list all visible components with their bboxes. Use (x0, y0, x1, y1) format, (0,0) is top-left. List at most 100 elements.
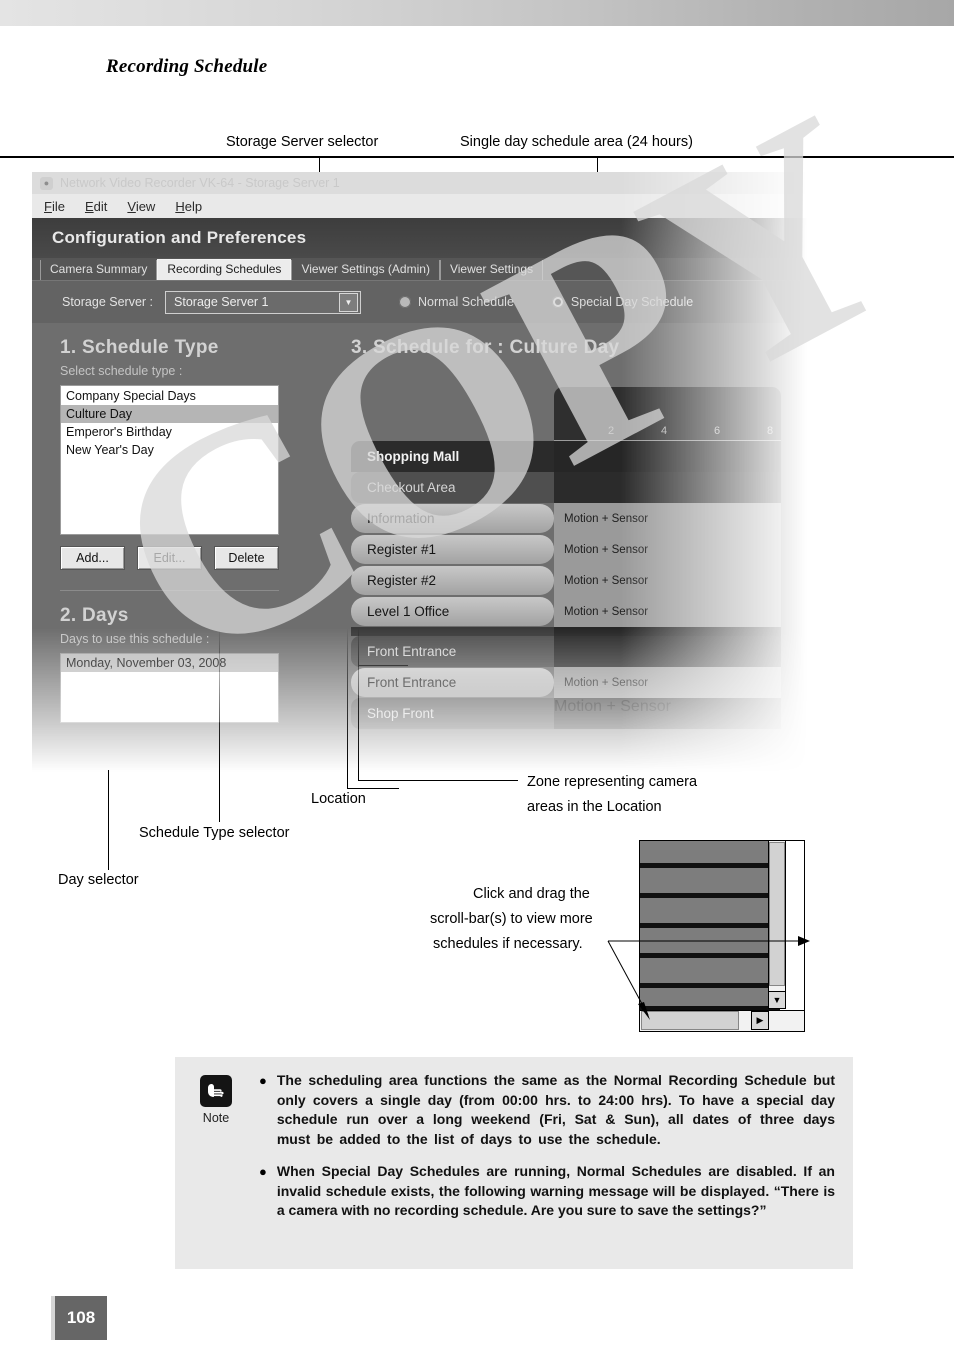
table-row[interactable]: Front Entrance (351, 636, 781, 667)
note-icon-column: Note (189, 1071, 243, 1255)
configuration-header: Configuration and Preferences (32, 218, 807, 258)
bullet-icon: ● (259, 1164, 267, 1179)
camera-name: Information (351, 504, 554, 533)
list-item[interactable]: Monday, November 03, 2008 (61, 654, 278, 672)
list-item[interactable]: Culture Day (61, 405, 278, 423)
note-item: ● The scheduling area functions the same… (259, 1071, 835, 1149)
schedule-rows: Shopping Mall Checkout Area Information … (351, 441, 781, 729)
schedule-track[interactable]: Motion + Sensor (554, 534, 781, 565)
callout-storage-server-selector: Storage Server selector (226, 134, 379, 150)
tick-4: 4 (661, 425, 668, 437)
radio-normal-schedule[interactable]: Normal Schedule (399, 295, 514, 309)
chevron-down-icon[interactable]: ▼ (339, 292, 359, 312)
callout-zone-line2: areas in the Location (527, 799, 662, 815)
schedule-track[interactable]: Motion + Sensor (554, 596, 781, 627)
zone-name: Shop Front (351, 698, 554, 729)
callout-scrollbar-line2: scroll-bar(s) to view more (430, 911, 593, 927)
menu-edit[interactable]: Edit (85, 199, 107, 214)
panes: 1. Schedule Type Select schedule type : … (32, 323, 807, 750)
tick-6: 6 (714, 425, 721, 437)
callout-rule-top (0, 156, 954, 158)
tab-viewer-settings[interactable]: Viewer Settings (439, 260, 544, 280)
radio-special-icon[interactable] (551, 296, 564, 308)
list-item[interactable]: New Year's Day (61, 441, 278, 459)
tab-recording-schedules[interactable]: Recording Schedules (157, 259, 292, 280)
schedule-track[interactable]: Motion + Sensor (554, 503, 781, 534)
schedule-track[interactable]: Motion + Sensor (554, 698, 781, 729)
schedule-track[interactable] (554, 441, 781, 472)
row-spacer-track (554, 627, 781, 636)
note-label: Note (202, 1111, 230, 1125)
scrollbar-leader-arrows (607, 936, 810, 1020)
table-row[interactable]: Shopping Mall (351, 441, 781, 472)
schedule-timescale: 2 4 6 8 (554, 387, 781, 441)
inset-band (640, 898, 780, 923)
pointing-hand-icon (200, 1075, 232, 1107)
storage-server-value: Storage Server 1 (174, 295, 269, 309)
bullet-icon: ● (259, 1073, 267, 1088)
leader-day-selector (108, 770, 109, 870)
tab-viewer-settings-admin[interactable]: Viewer Settings (Admin) (291, 260, 440, 280)
schedule-track[interactable] (554, 636, 781, 667)
radio-special-label: Special Day Schedule (570, 295, 694, 309)
days-title: 2. Days (60, 605, 129, 626)
table-row[interactable]: Level 1 Office Motion + Sensor (351, 596, 781, 627)
tick-2: 2 (608, 425, 615, 437)
table-row[interactable]: Information Motion + Sensor (351, 503, 781, 534)
pointing-hand-svg (208, 1084, 224, 1097)
schedule-grid: 2 4 6 8 Shopping Mall Checkout Area Info… (351, 387, 781, 729)
schedule-track[interactable] (554, 472, 781, 503)
pane-divider (60, 590, 279, 591)
schedule-track[interactable]: Motion + Sensor (554, 667, 781, 698)
page-number: 108 (55, 1296, 107, 1340)
schedule-track[interactable]: Motion + Sensor (554, 565, 781, 596)
menu-help[interactable]: Help (175, 199, 202, 214)
note-text: The scheduling area functions the same a… (276, 1072, 835, 1147)
add-button[interactable]: Add... (60, 546, 125, 570)
camera-name: Level 1 Office (351, 597, 554, 626)
schedule-title: 3. Schedule for : Culture Day (351, 337, 620, 358)
app-body: Configuration and Preferences Camera Sum… (32, 218, 807, 772)
application-window: ● Network Video Recorder VK-64 - Storage… (32, 172, 807, 772)
storage-server-label: Storage Server : (62, 295, 154, 309)
callout-single-day-schedule-area: Single day schedule area (24 hours) (460, 134, 693, 150)
table-row[interactable]: Register #2 Motion + Sensor (351, 565, 781, 596)
radio-special-day-schedule[interactable]: Special Day Schedule (551, 295, 694, 309)
delete-button[interactable]: Delete (214, 546, 279, 570)
row-spacer-name (351, 627, 554, 636)
schedule-type-listbox[interactable]: Company Special Days Culture Day Emperor… (60, 385, 279, 535)
menu-view[interactable]: View (127, 199, 155, 214)
page-title: Recording Schedule (106, 56, 268, 77)
note-items: ● The scheduling area functions the same… (259, 1071, 835, 1255)
note-text: When Special Day Schedules are running, … (276, 1163, 835, 1218)
callout-schedule-type-selector: Schedule Type selector (139, 825, 290, 841)
leader-zone-out (358, 780, 518, 781)
note-box: Note ● The scheduling area functions the… (175, 1057, 853, 1269)
storage-server-select[interactable]: Storage Server 1 ▼ (165, 290, 362, 314)
location-name: Shopping Mall (351, 441, 554, 472)
table-row[interactable]: Register #1 Motion + Sensor (351, 534, 781, 565)
menu-file[interactable]: File (44, 199, 65, 214)
window-title: Network Video Recorder VK-64 - Storage S… (60, 176, 340, 190)
callout-location: Location (311, 791, 366, 807)
table-row[interactable]: Checkout Area (351, 472, 781, 503)
left-pane: 1. Schedule Type Select schedule type : … (32, 323, 329, 750)
edit-button[interactable]: Edit... (137, 546, 202, 570)
table-row[interactable]: Shop Front Motion + Sensor (351, 698, 781, 729)
radio-normal-icon[interactable] (399, 296, 412, 308)
table-row[interactable]: Front Entrance Motion + Sensor (351, 667, 781, 698)
callout-day-selector: Day selector (58, 872, 139, 888)
zone-name: Checkout Area (351, 472, 554, 503)
schedule-type-subtitle: Select schedule type : (60, 364, 183, 378)
list-item[interactable]: Company Special Days (61, 387, 278, 405)
row-spacer (351, 627, 781, 636)
tab-camera-summary[interactable]: Camera Summary (40, 260, 158, 280)
list-item[interactable]: Emperor's Birthday (61, 423, 278, 441)
tick-8: 8 (767, 425, 774, 437)
days-listbox[interactable]: Monday, November 03, 2008 (60, 653, 279, 723)
callout-scrollbar-line1: Click and drag the (473, 886, 590, 902)
window-titlebar: ● Network Video Recorder VK-64 - Storage… (32, 172, 807, 194)
schedule-type-title: 1. Schedule Type (60, 337, 219, 358)
toolbar-row: Storage Server : Storage Server 1 ▼ Norm… (32, 280, 807, 323)
camera-name: Register #1 (351, 535, 554, 564)
